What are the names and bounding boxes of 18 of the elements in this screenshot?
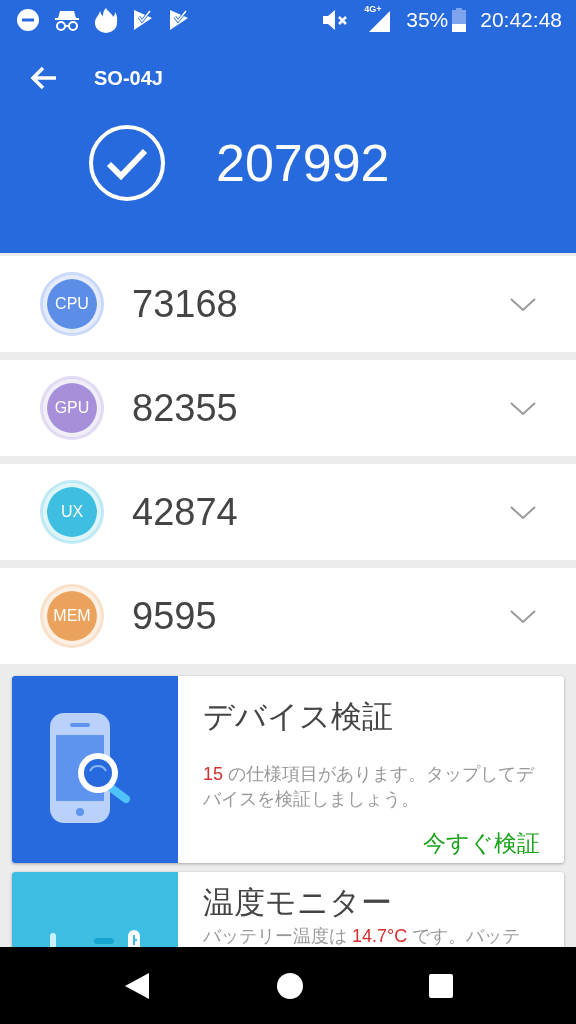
battery-percentage: 35% [406,8,449,32]
card-description: バッテリー温度は 14.7°C です。バッテ [203,925,522,947]
device-name: SO-04J [94,66,163,90]
score-category-badge: CPU [43,275,101,333]
card-description: 15 の仕様項目があります。タップしてデバイスを検証しましょう。 [203,763,536,811]
total-score: 207992 [216,133,390,193]
score-category-badge: MEM [43,587,101,645]
score-category-badge: GPU [43,379,101,437]
verify-now-button[interactable]: 今すぐ検証 [423,828,540,859]
score-category-badge: UX [43,483,101,541]
score-value: 82355 [132,386,239,430]
score-value: 9595 [132,594,218,638]
score-value: 42874 [132,490,239,534]
score-value: 73168 [132,282,239,326]
card-title: 温度モニター [203,884,393,922]
clock: 20:42:48 [480,8,562,32]
card-title: デバイス検証 [203,698,394,736]
network-type-label: 4G+ [364,4,382,14]
